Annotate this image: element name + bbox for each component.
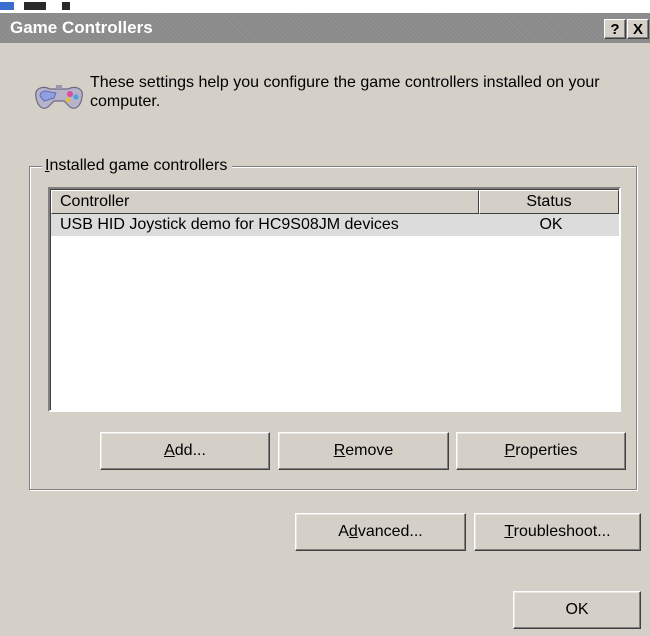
list-header: Controller Status xyxy=(51,190,619,214)
table-row[interactable]: USB HID Joystick demo for HC9S08JM devic… xyxy=(51,214,619,236)
troubleshoot-button[interactable]: Troubleshoot... xyxy=(474,513,641,551)
add-button[interactable]: Add... xyxy=(100,432,270,470)
window-title: Game Controllers xyxy=(10,18,153,37)
remove-accesskey: R xyxy=(333,442,346,459)
troubleshoot-label: roubleshoot... xyxy=(513,523,611,540)
background-text-fragment xyxy=(24,2,46,10)
column-header-controller[interactable]: Controller xyxy=(51,190,479,214)
group-label: Installed game controllers xyxy=(42,157,233,175)
column-header-status[interactable]: Status xyxy=(479,190,619,214)
advanced-label-pre: A xyxy=(338,523,349,540)
remove-button[interactable]: Remove xyxy=(278,432,449,470)
group-label-text: nstalled game controllers xyxy=(49,157,228,174)
troubleshoot-accesskey: T xyxy=(504,523,514,540)
background-window-strip xyxy=(0,0,650,13)
background-text-fragment xyxy=(62,2,70,10)
close-button[interactable]: X xyxy=(627,19,649,39)
advanced-accesskey: d xyxy=(348,523,358,540)
advanced-button[interactable]: Advanced... xyxy=(295,513,466,551)
controller-status: OK xyxy=(539,216,563,233)
controllers-list[interactable]: Controller Status USB HID Joystick demo … xyxy=(48,187,621,412)
properties-button[interactable]: Properties xyxy=(456,432,626,470)
properties-label: roperties xyxy=(515,442,578,459)
advanced-label: vanced... xyxy=(357,523,423,540)
game-controllers-dialog: Game Controllers ? X These settings help… xyxy=(0,13,650,636)
title-bar[interactable]: Game Controllers ? X xyxy=(0,13,650,43)
controller-name: USB HID Joystick demo for HC9S08JM devic… xyxy=(60,216,399,233)
intro-text: These settings help you configure the ga… xyxy=(90,74,600,110)
add-label: dd... xyxy=(174,442,206,459)
properties-accesskey: P xyxy=(504,442,516,459)
gamepad-icon xyxy=(35,85,83,109)
ok-button[interactable]: OK xyxy=(513,591,641,629)
add-accesskey: A xyxy=(164,442,175,459)
help-button[interactable]: ? xyxy=(604,19,626,39)
remove-label: emove xyxy=(345,442,394,459)
background-taskbar-fragment xyxy=(0,2,14,10)
